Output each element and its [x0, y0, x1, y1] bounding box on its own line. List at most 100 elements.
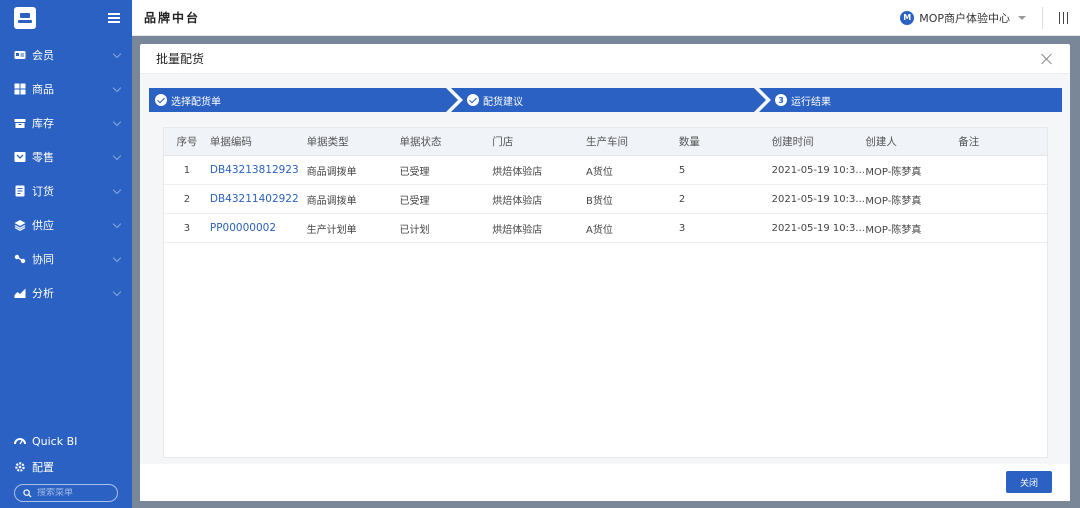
step-label: 运行结果: [791, 96, 831, 108]
column-header: 创建时间: [771, 136, 814, 148]
hamburger-menu-icon[interactable]: [108, 13, 120, 23]
order-icon: [15, 185, 25, 197]
sidebar: 会员 商品 库存 零售 订货 供应 协同 分析 Quick BI 配置 搜索菜单: [0, 0, 132, 508]
config-label: 配置: [32, 461, 54, 474]
sidebar-item-label: 分析: [32, 287, 54, 300]
steps-bar: 选择配货单 配货建议 3 运行结果: [149, 88, 1062, 112]
column-header: 单据类型: [306, 136, 349, 148]
cell-time: 2021-05-19 10:3...: [771, 222, 865, 234]
chevron-down-icon: [112, 287, 122, 296]
cell-type: 商品调拨单: [306, 166, 357, 178]
supply-layers-icon: [14, 220, 26, 231]
sidebar-item-retail[interactable]: 零售: [0, 140, 132, 174]
sidebar-item-label: 库存: [32, 117, 54, 130]
table-row: 3 PP00000002 生产计划单 已计划 烘焙体验店 A货位 3 2021-…: [164, 214, 1047, 243]
sidebar-item-label: 订货: [32, 185, 54, 198]
sidebar-item-supply[interactable]: 供应: [0, 208, 132, 242]
step-label: 配货建议: [483, 96, 523, 108]
sidebar-item-label: 协同: [32, 253, 54, 266]
close-button[interactable]: 关闭: [1006, 471, 1052, 493]
sidebar-footer: Quick BI 配置: [0, 428, 132, 508]
sidebar-item-order[interactable]: 订货: [0, 174, 132, 208]
sidebar-item-analytics[interactable]: 分析: [0, 276, 132, 310]
divider: [1042, 6, 1043, 29]
chevron-down-icon: [112, 49, 122, 58]
cell-status: 已受理: [399, 166, 430, 178]
sidebar-item-collaboration[interactable]: 协同: [0, 242, 132, 276]
chevron-down-icon: [112, 83, 122, 92]
step-number: 3: [775, 94, 787, 106]
chevron-down-icon: [112, 219, 122, 228]
chevron-down-icon: [112, 253, 122, 262]
cell-creator: MOP-陈梦真: [865, 195, 922, 207]
sidebar-item-label: 商品: [32, 83, 54, 96]
cell-store: 烘焙体验店: [492, 166, 543, 178]
dialog-title: 批量配货: [156, 52, 205, 66]
check-circle-icon: [467, 94, 479, 106]
result-table: 序号 单据编码 单据类型 单据状态 门店 生产车间 数量 创建时间 创建人 备注…: [163, 127, 1048, 458]
search-icon: [23, 488, 32, 498]
collaboration-icon: [14, 254, 26, 264]
step-run-result: 3 运行结果: [769, 88, 831, 112]
inventory-icon: [14, 119, 26, 128]
menu-search-input[interactable]: [37, 488, 107, 498]
check-circle-icon: [155, 94, 167, 106]
chevron-down-icon: [112, 151, 122, 160]
tenant-name: MOP商户体验中心: [919, 11, 1010, 25]
retail-icon: [14, 152, 26, 162]
document-code-link[interactable]: DB43213812923: [210, 164, 307, 176]
cell-store: 烘焙体验店: [492, 224, 543, 236]
speedometer-icon: [14, 438, 26, 445]
quick-bi-label: Quick BI: [32, 434, 78, 448]
column-header: 门店: [492, 136, 514, 148]
cell-time: 2021-05-19 10:3...: [771, 193, 865, 205]
sidebar-item-product[interactable]: 商品: [0, 72, 132, 106]
sidebar-header: [0, 0, 132, 36]
document-code-link[interactable]: PP00000002: [210, 222, 307, 234]
sidebar-item-member[interactable]: 会员: [0, 38, 132, 72]
column-header: 生产车间: [586, 136, 629, 148]
cell-type: 生产计划单: [306, 224, 357, 236]
document-code-link[interactable]: DB43211402922: [210, 193, 307, 205]
column-header: 序号: [176, 136, 198, 148]
chevron-down-icon: [112, 117, 122, 126]
quick-bi-link[interactable]: Quick BI: [0, 428, 132, 454]
dialog-header: 批量配货: [140, 44, 1070, 74]
cell-seq: 2: [183, 193, 191, 205]
cell-status: 已受理: [399, 195, 430, 207]
cell-status: 已计划: [399, 224, 430, 236]
cell-workshop: A货位: [586, 166, 613, 178]
header-right: M MOP商户体验中心: [900, 6, 1068, 29]
step-label: 选择配货单: [171, 96, 221, 108]
sidebar-item-label: 会员: [32, 49, 54, 62]
cell-workshop: A货位: [586, 224, 613, 236]
cell-workshop: B货位: [586, 195, 613, 207]
cell-qty: 5: [678, 164, 686, 176]
avatar: M: [900, 10, 915, 25]
close-icon[interactable]: [1040, 52, 1054, 66]
sidebar-menu: 会员 商品 库存 零售 订货 供应 协同 分析: [0, 38, 132, 310]
column-header: 数量: [678, 136, 700, 148]
batch-allocation-dialog: 批量配货 选择配货单 配货建议 3 运行结果 序号 单据编码 单据类型 单据状态…: [140, 44, 1070, 501]
chevron-down-icon: [112, 185, 122, 194]
product-grid-icon: [14, 83, 26, 95]
column-header: 单据状态: [399, 136, 442, 148]
steps-background: [149, 88, 1062, 112]
page-title: 品牌中台: [144, 11, 201, 25]
tenant-selector[interactable]: M MOP商户体验中心: [900, 10, 1026, 26]
cell-qty: 2: [678, 193, 686, 205]
dialog-footer: 关闭: [140, 464, 1070, 501]
sidebar-item-inventory[interactable]: 库存: [0, 106, 132, 140]
table-row: 1 DB43213812923 商品调拨单 已受理 烘焙体验店 A货位 5 20…: [164, 156, 1047, 185]
cell-time: 2021-05-19 10:3...: [771, 164, 865, 176]
cell-qty: 3: [678, 222, 686, 234]
brand-logo-icon[interactable]: [14, 7, 36, 29]
columns-icon[interactable]: [1059, 11, 1068, 24]
cell-creator: MOP-陈梦真: [865, 166, 922, 178]
step-select-orders: 选择配货单: [149, 88, 221, 112]
column-header: 创建人: [865, 136, 897, 148]
member-card-icon: [14, 51, 26, 59]
table-header-row: 序号 单据编码 单据类型 单据状态 门店 生产车间 数量 创建时间 创建人 备注: [164, 128, 1047, 156]
top-header: 品牌中台 M MOP商户体验中心: [132, 0, 1080, 36]
config-link[interactable]: 配置: [0, 454, 132, 480]
